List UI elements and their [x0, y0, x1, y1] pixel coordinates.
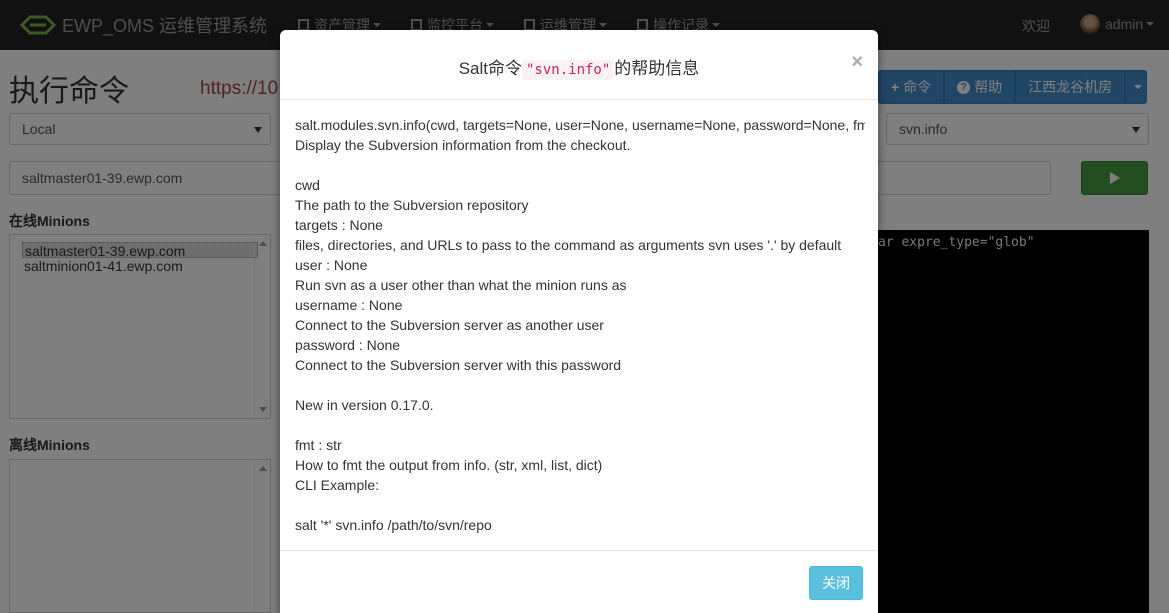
help-text-line: username : None	[295, 297, 403, 313]
close-icon[interactable]: ×	[851, 52, 863, 72]
modal-title-prefix: Salt命令	[458, 59, 522, 78]
help-text-line: user : None	[295, 257, 368, 273]
help-text-line: files, directories, and URLs to pass to …	[295, 237, 842, 253]
help-text-line: Connect to the Subversion server as anot…	[295, 317, 604, 333]
help-text-line	[295, 495, 865, 515]
help-text-line	[295, 375, 865, 395]
help-text-line: Run svn as a user other than what the mi…	[295, 277, 627, 293]
modal-title: Salt命令 "svn.info" 的帮助信息	[280, 54, 878, 80]
help-text-line: The path to the Subversion repository	[295, 197, 529, 213]
help-text-line: salt '*' svn.info /path/to/svn/repo	[295, 517, 492, 533]
modal-footer: 关闭	[280, 550, 878, 613]
help-text-line: New in version 0.17.0.	[295, 397, 434, 413]
help-text-line: cwd	[295, 177, 320, 193]
help-text-line	[295, 415, 865, 435]
help-text-line: Display the Subversion information from …	[295, 137, 631, 153]
help-text-line: Connect to the Subversion server with th…	[295, 357, 622, 373]
help-text-line: salt.modules.svn.info(cwd, targets=None,…	[295, 117, 865, 133]
help-text-line	[295, 155, 865, 175]
help-text-line: fmt : str	[295, 437, 342, 453]
modal-title-code: "svn.info"	[522, 60, 615, 80]
help-text-line: How to fmt the output from info. (str, x…	[295, 457, 603, 473]
modal-body: salt.modules.svn.info(cwd, targets=None,…	[295, 115, 865, 555]
help-modal: Salt命令 "svn.info" 的帮助信息 × salt.modules.svn…	[280, 30, 878, 613]
help-text-line: password : None	[295, 337, 401, 353]
close-button[interactable]: 关闭	[809, 566, 863, 600]
modal-header: Salt命令 "svn.info" 的帮助信息 ×	[280, 30, 878, 100]
help-text-line: CLI Example:	[295, 477, 380, 493]
help-text-line: targets : None	[295, 217, 383, 233]
modal-title-suffix: 的帮助信息	[614, 59, 700, 78]
